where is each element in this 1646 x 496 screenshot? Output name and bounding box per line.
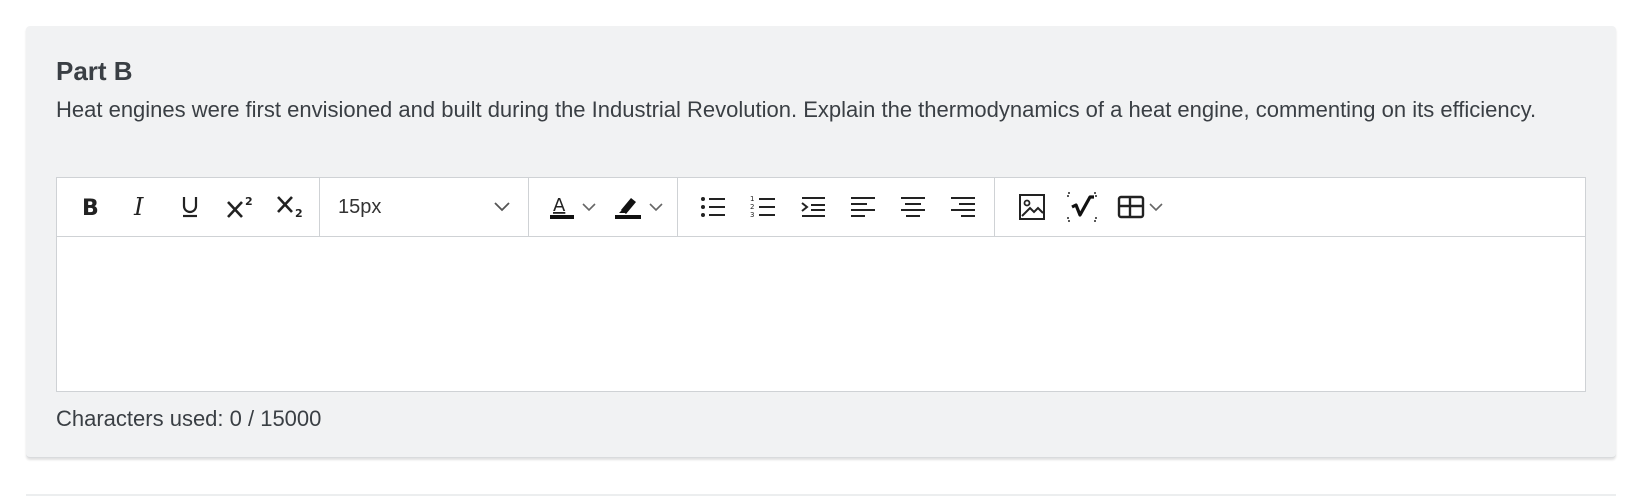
svg-text:2: 2 xyxy=(295,207,303,220)
image-icon xyxy=(1018,193,1046,221)
font-size-value: 15px xyxy=(338,195,382,218)
italic-button[interactable]: I xyxy=(117,185,163,229)
chevron-down-icon xyxy=(582,202,596,212)
editor-content-area[interactable] xyxy=(57,237,1585,391)
underline-button[interactable] xyxy=(167,185,213,229)
align-left-button[interactable] xyxy=(840,185,886,229)
svg-text:I: I xyxy=(133,195,144,219)
highlight-icon xyxy=(613,193,643,221)
font-size-select[interactable]: 15px xyxy=(320,185,528,229)
bold-icon: B xyxy=(79,195,101,219)
svg-text:2: 2 xyxy=(750,203,754,211)
outdent-icon xyxy=(800,195,826,219)
insert-image-button[interactable] xyxy=(1009,185,1055,229)
svg-text:3: 3 xyxy=(750,211,754,219)
superscript-icon: 2 xyxy=(225,194,255,220)
text-style-group: B I 2 2 xyxy=(57,178,320,236)
insert-group xyxy=(995,178,1173,236)
math-icon xyxy=(1066,191,1098,223)
rich-text-editor: B I 2 2 15px A 1 2 3 xyxy=(56,177,1586,392)
numbered-list-icon: 123 xyxy=(750,194,776,220)
part-title: Part B xyxy=(56,56,133,86)
subscript-button[interactable]: 2 xyxy=(267,185,313,229)
underline-icon xyxy=(179,194,201,220)
italic-icon: I xyxy=(129,195,151,219)
outdent-button[interactable] xyxy=(790,185,836,229)
superscript-button[interactable]: 2 xyxy=(217,185,263,229)
table-icon xyxy=(1117,195,1145,219)
align-center-button[interactable] xyxy=(890,185,936,229)
editor-toolbar: B I 2 2 15px A 1 2 3 xyxy=(57,178,1585,237)
insert-table-button[interactable] xyxy=(1109,185,1171,229)
paragraph-group: 123 xyxy=(678,178,995,236)
insert-math-button[interactable] xyxy=(1059,185,1105,229)
align-right-button[interactable] xyxy=(940,185,986,229)
chevron-down-icon xyxy=(1149,202,1163,212)
align-center-icon xyxy=(900,196,926,218)
font-color-icon: A xyxy=(548,193,576,221)
align-left-icon xyxy=(850,196,876,218)
font-size-group: 15px xyxy=(320,178,529,236)
align-right-icon xyxy=(950,196,976,218)
bulleted-list-button[interactable] xyxy=(690,185,736,229)
svg-text:B: B xyxy=(82,196,99,219)
svg-text:A: A xyxy=(553,195,566,216)
bulleted-list-icon xyxy=(700,195,726,219)
chevron-down-icon xyxy=(494,202,510,212)
question-card: Part B Heat engines were first envisione… xyxy=(26,26,1616,458)
chevron-down-icon xyxy=(649,202,663,212)
highlight-color-button[interactable] xyxy=(607,185,669,229)
font-color-button[interactable]: A xyxy=(541,185,603,229)
svg-text:2: 2 xyxy=(245,195,253,208)
numbered-list-button[interactable]: 123 xyxy=(740,185,786,229)
character-counter: Characters used: 0 / 15000 xyxy=(56,406,322,431)
color-group: A xyxy=(529,178,678,236)
bold-button[interactable]: B xyxy=(67,185,113,229)
question-prompt: Heat engines were first envisioned and b… xyxy=(56,97,1537,122)
svg-text:1: 1 xyxy=(750,195,754,203)
subscript-icon: 2 xyxy=(275,194,305,220)
